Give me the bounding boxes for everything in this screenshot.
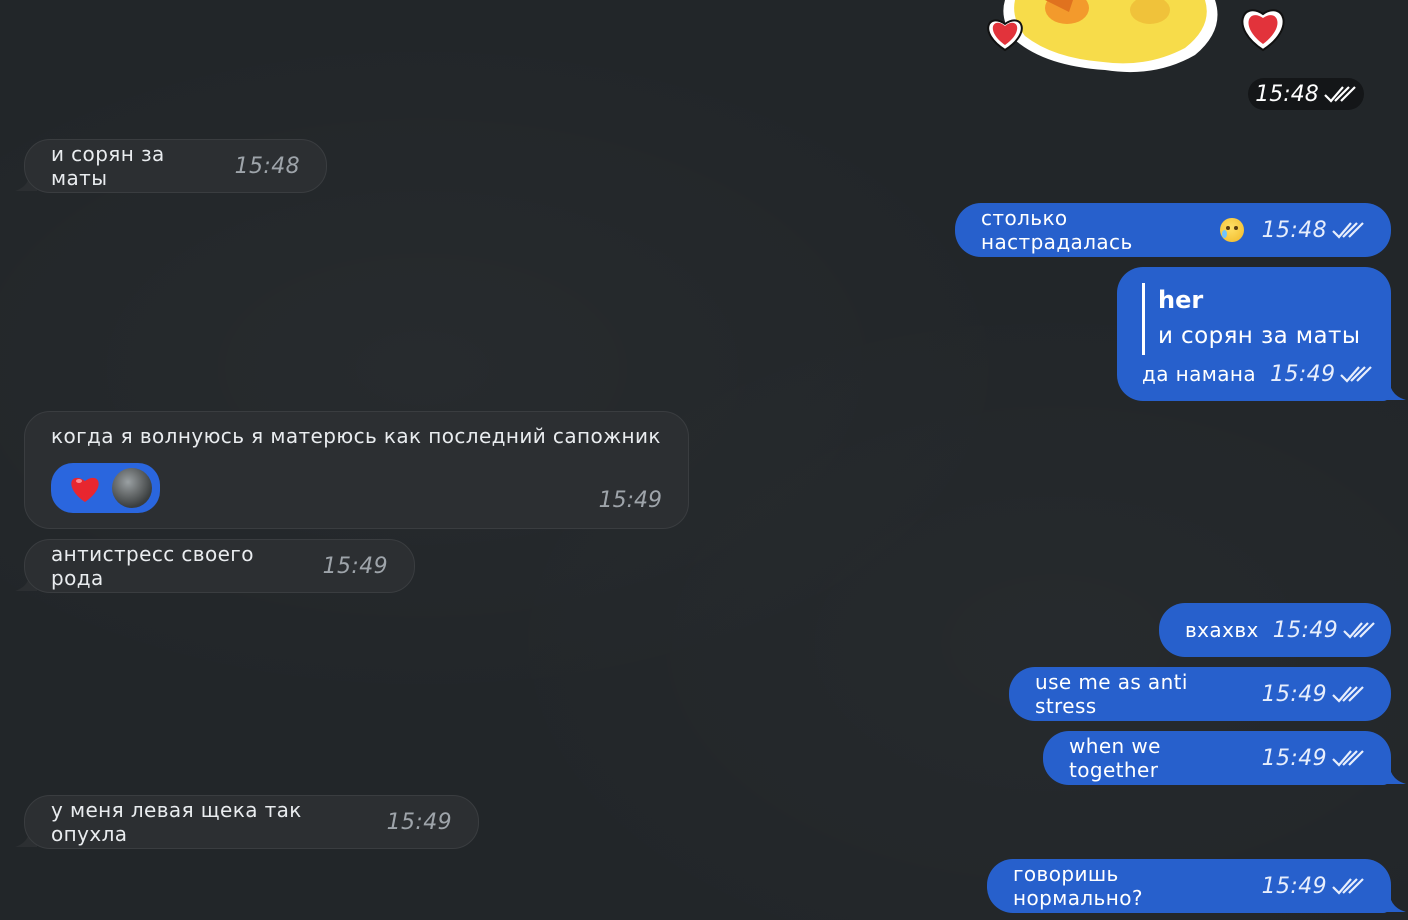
message-time: 15:49 [1262, 746, 1365, 771]
message-text: говоришь нормально? [1013, 862, 1143, 910]
message-text: use me as anti stress [1035, 670, 1188, 718]
message-text: когда я волнуюсь я матерюсь как последни… [51, 424, 661, 448]
reply-text: и сорян за маты [1158, 323, 1361, 349]
message-text: столько настрадалась [981, 206, 1133, 254]
message-time: 15:49 [386, 809, 452, 835]
message-text: у меня левая щека так опухла [51, 798, 302, 846]
double-check-icon [1332, 750, 1364, 767]
crying-face-emoji [1220, 218, 1244, 242]
message-time: 15:49 [1262, 874, 1365, 899]
message-outgoing[interactable]: use me as anti stress 15:49 [1009, 667, 1391, 721]
message-outgoing[interactable]: столько настрадалась 15:48 [955, 203, 1391, 257]
reply-author: her [1158, 286, 1204, 314]
message-outgoing[interactable]: говоришь нормально? 15:49 [987, 859, 1391, 913]
heart-emoji [71, 477, 99, 502]
message-text: антистресс своего рода [51, 542, 254, 590]
double-check-icon [1343, 622, 1375, 639]
sticker-timestamp: 15:48 [1248, 78, 1364, 110]
message-incoming[interactable]: и сорян за маты 15:48 [24, 139, 327, 193]
sticker-time-text: 15:48 [1255, 81, 1319, 107]
message-time: 15:49 [598, 488, 662, 513]
reaction-chip[interactable] [51, 463, 160, 513]
message-outgoing[interactable]: вхахвх 15:49 [1159, 603, 1391, 657]
message-incoming[interactable]: у меня левая щека так опухла 15:49 [24, 795, 479, 849]
message-time: 15:49 [1270, 362, 1373, 387]
duck-sticker[interactable] [975, 0, 1310, 76]
double-check-icon [1332, 686, 1364, 703]
double-check-icon [1332, 222, 1364, 239]
message-time: 15:49 [1262, 682, 1365, 707]
reply-quote[interactable]: her и сорян за маты [1142, 283, 1360, 355]
message-time: 15:49 [322, 553, 388, 579]
message-text: вхахвх [1185, 618, 1259, 642]
avatar[interactable] [112, 468, 152, 508]
message-outgoing[interactable]: when we together 15:49 [1043, 731, 1391, 785]
double-check-icon [1323, 86, 1356, 103]
message-time: 15:48 [1262, 218, 1365, 243]
message-text: да намана [1142, 362, 1257, 386]
message-text: и сорян за маты [51, 142, 165, 190]
message-text: when we together [1069, 734, 1161, 782]
double-check-icon [1332, 878, 1364, 895]
message-time: 15:48 [234, 153, 300, 179]
message-time: 15:49 [1273, 618, 1376, 643]
message-incoming[interactable]: антистресс своего рода 15:49 [24, 539, 415, 593]
double-check-icon [1340, 366, 1373, 383]
